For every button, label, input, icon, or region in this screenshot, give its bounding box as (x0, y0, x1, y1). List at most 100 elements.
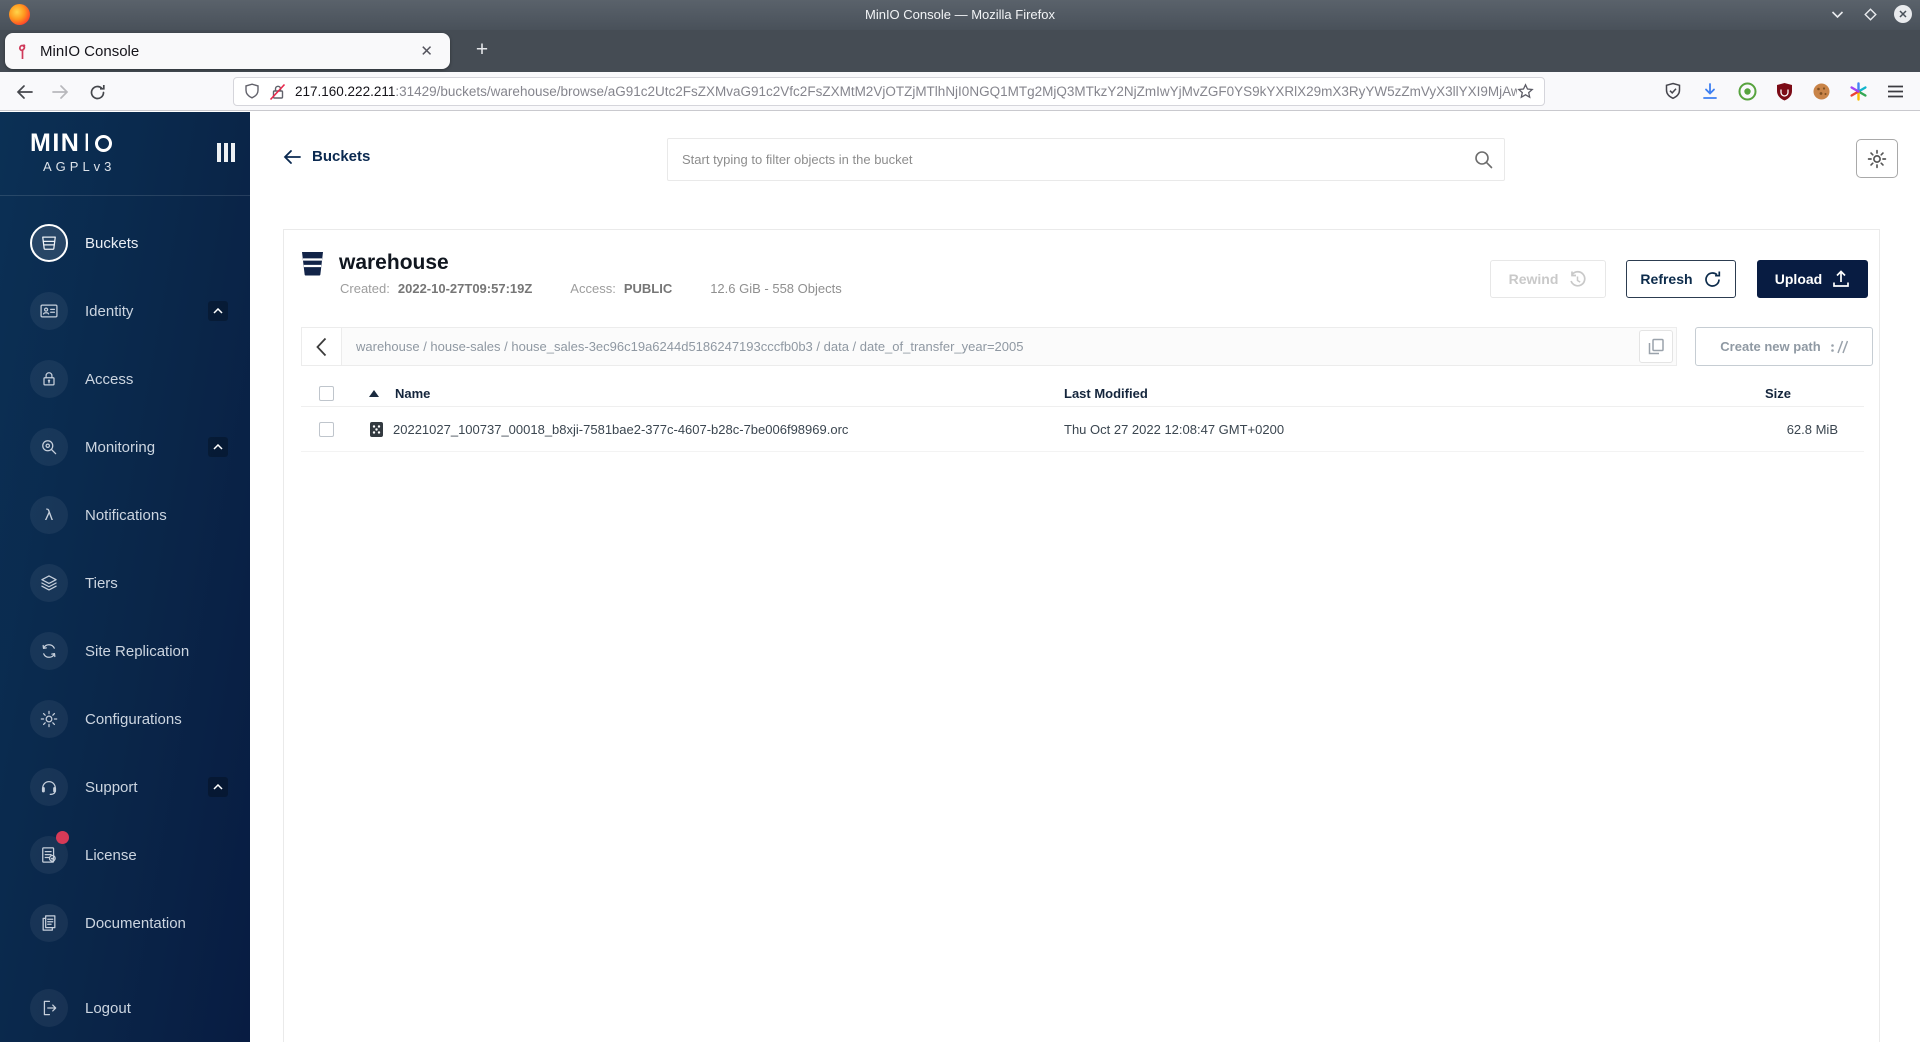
new-path-icon (1830, 340, 1848, 353)
rewind-button[interactable]: Rewind (1490, 260, 1606, 298)
sidebar-item-label: Configurations (85, 710, 182, 728)
create-new-path-button[interactable]: Create new path (1695, 327, 1873, 366)
breadcrumb-back-button[interactable] (302, 328, 342, 365)
chevron-up-icon[interactable] (208, 777, 228, 797)
search-input[interactable] (667, 138, 1505, 181)
lock-icon (30, 360, 68, 398)
search-box (667, 138, 1505, 181)
rewind-icon (1570, 270, 1586, 287)
minio-logo: MINIO (30, 129, 112, 158)
replication-icon (30, 632, 68, 670)
chevron-up-icon[interactable] (208, 301, 228, 321)
logo-min: MIN (30, 129, 81, 157)
license-alert-badge (56, 831, 69, 844)
logo-o: O (94, 135, 112, 152)
object-name-cell[interactable]: 20221027_100737_00018_b8xji-7581bae2-377… (351, 421, 1064, 438)
toolbar-extensions (1662, 79, 1906, 103)
sidebar-item-label: Site Replication (85, 642, 190, 660)
maximize-icon[interactable] (1861, 5, 1879, 23)
name-header-label: Name (395, 385, 431, 401)
tab-title: MinIO Console (40, 42, 140, 60)
new-tab-button[interactable]: + (468, 38, 496, 64)
sidebar-item-documentation[interactable]: Documentation (0, 889, 250, 957)
select-all-checkbox[interactable] (319, 385, 334, 401)
headset-icon (30, 768, 68, 806)
cookie-icon[interactable] (1810, 79, 1832, 103)
minimize-icon[interactable] (1828, 5, 1846, 23)
tab-close-icon[interactable]: ✕ (415, 40, 438, 62)
upload-button[interactable]: Upload (1757, 260, 1868, 298)
search-icon (1475, 151, 1493, 169)
back-button[interactable] (12, 80, 36, 104)
sidebar-item-label: Monitoring (85, 438, 156, 456)
window-controls: ✕ (1828, 5, 1912, 23)
size-column-header[interactable]: Size (1624, 386, 1864, 401)
modified-column-header[interactable]: Last Modified (1064, 386, 1624, 401)
sidebar-item-label: Identity (85, 302, 134, 320)
sidebar-item-buckets[interactable]: Buckets (0, 209, 250, 277)
tracking-shield-icon[interactable] (244, 83, 260, 100)
name-column-header[interactable]: Name (351, 386, 1064, 401)
back-to-buckets-link[interactable]: Buckets (283, 148, 370, 165)
documentation-icon (30, 904, 68, 942)
back-arrow-icon (283, 149, 301, 164)
download-icon[interactable] (1699, 79, 1721, 103)
object-size: 62.8 MiB (1786, 421, 1838, 437)
select-all-cell (301, 385, 351, 401)
sidebar-item-identity[interactable]: Identity (0, 277, 250, 345)
row-select-cell (301, 421, 351, 437)
table-header: Name Last Modified Size (301, 380, 1864, 407)
license-tag: AGPLv3 (43, 159, 116, 174)
sidebar-item-license[interactable]: License (0, 821, 250, 889)
chevron-up-icon[interactable] (208, 437, 228, 457)
window-titlebar: MinIO Console — Mozilla Firefox ✕ (0, 0, 1920, 30)
url-bar[interactable]: 217.160.222.211:31429/buckets/warehouse/… (233, 77, 1545, 106)
sidebar-collapse-icon[interactable] (217, 143, 235, 162)
hamburger-menu-icon[interactable] (1884, 79, 1906, 103)
sidebar-item-support[interactable]: Support (0, 753, 250, 821)
sidebar-item-configurations[interactable]: Configurations (0, 685, 250, 753)
bucket-settings-button[interactable] (1856, 139, 1898, 178)
refresh-button[interactable]: Refresh (1626, 260, 1736, 298)
refresh-icon (1704, 271, 1720, 287)
sort-ascending-icon (369, 389, 379, 397)
sidebar-item-label: Buckets (85, 234, 139, 252)
upload-icon (1833, 270, 1850, 287)
privacy-extension-icon[interactable] (1736, 79, 1758, 103)
copy-path-button[interactable] (1639, 330, 1673, 363)
forward-button[interactable] (48, 80, 72, 104)
sidebar-item-tiers[interactable]: Tiers (0, 549, 250, 617)
lambda-icon: λ (30, 496, 68, 534)
orc-file-icon (370, 421, 383, 437)
upload-label: Upload (1774, 271, 1823, 287)
copy-icon (1648, 338, 1664, 355)
shield-check-icon[interactable] (1662, 79, 1684, 103)
sidebar-item-notifications[interactable]: λ Notifications (0, 481, 250, 549)
main-content: Buckets warehouse Created: 2022-10-27T09… (250, 112, 1920, 1042)
bookmark-star-icon[interactable] (1517, 83, 1534, 100)
minio-console-app: MINIO AGPLv3 Buckets Identity Access Mon… (0, 112, 1920, 1042)
sidebar-item-label: Logout (85, 999, 131, 1017)
identity-icon (30, 292, 68, 330)
sidebar-item-label: Documentation (85, 914, 186, 932)
breadcrumb-path[interactable]: warehouse / house-sales / house_sales-3e… (356, 339, 1639, 354)
reload-button[interactable] (85, 80, 109, 104)
refresh-label: Refresh (1640, 271, 1693, 287)
ublock-shield-icon[interactable] (1773, 79, 1795, 103)
insecure-lock-icon[interactable] (268, 83, 287, 101)
close-icon[interactable]: ✕ (1894, 5, 1912, 23)
sidebar-item-label: Support (85, 778, 138, 796)
url-path: :31429/buckets/warehouse/browse/aG91c2Ut… (395, 84, 1517, 99)
sidebar-item-monitoring[interactable]: Monitoring (0, 413, 250, 481)
row-checkbox[interactable] (319, 421, 334, 437)
sidebar-item-logout[interactable]: Logout (0, 974, 250, 1042)
monitoring-icon (30, 428, 68, 466)
object-row[interactable]: 20221027_100737_00018_b8xji-7581bae2-377… (301, 407, 1864, 452)
bucket-meta: Created: 2022-10-27T09:57:19Z Access: PU… (340, 281, 842, 296)
window-title: MinIO Console — Mozilla Firefox (865, 7, 1055, 22)
sidebar-item-site-replication[interactable]: Site Replication (0, 617, 250, 685)
access-value[interactable]: PUBLIC (624, 281, 672, 296)
sidebar-item-access[interactable]: Access (0, 345, 250, 413)
browser-tab[interactable]: MinIO Console ✕ (5, 33, 450, 69)
colorful-asterisk-extension-icon[interactable] (1847, 79, 1869, 103)
